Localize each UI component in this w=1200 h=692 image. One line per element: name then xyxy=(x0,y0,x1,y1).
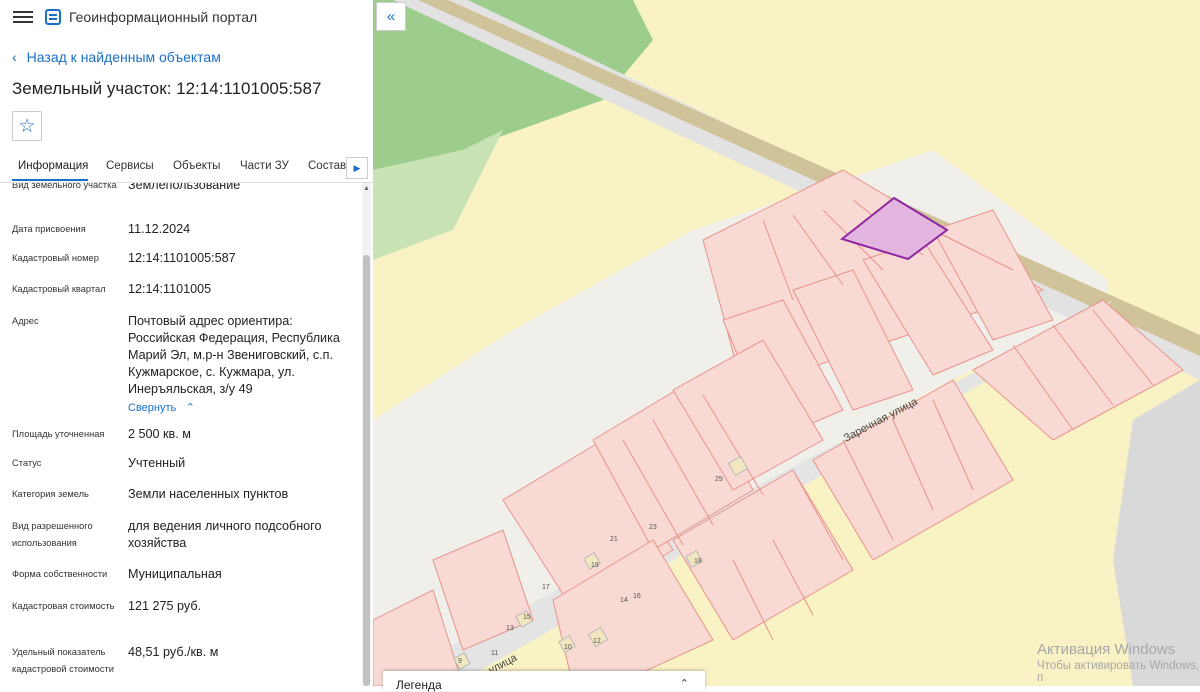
star-icon: ☆ xyxy=(18,115,36,137)
attribute-label: Форма собственности xyxy=(12,569,108,579)
parcel-number: 17 xyxy=(542,584,550,591)
chevron-left-icon: ‹ xyxy=(12,49,17,65)
double-chevron-left-icon: « xyxy=(386,8,396,25)
parcel-number: 29 xyxy=(715,476,723,483)
parcel-number: 19 xyxy=(591,562,599,569)
tabs-scroll-right-button[interactable]: ▶ xyxy=(346,157,368,179)
attribute-value: для ведения личного подсобного хозяйства xyxy=(128,519,322,550)
tab-services[interactable]: Сервисы xyxy=(106,160,154,172)
parcel-number: 11 xyxy=(491,650,498,657)
caret-right-icon: ▶ xyxy=(353,162,361,173)
attribute-label: Вид разрешенного использования xyxy=(12,521,93,548)
attribute-label: Адрес xyxy=(12,316,39,326)
app-title: Геоинформационный портал xyxy=(69,9,258,25)
attribute-label: Площадь уточненная xyxy=(12,429,105,439)
parcel-number: 23 xyxy=(649,524,657,531)
attribute-value: 121 275 руб. xyxy=(128,599,202,613)
parcel-number: 12 xyxy=(593,638,601,645)
attribute-value: Муниципальная xyxy=(128,567,222,581)
attribute-label: Кадастровая стоимость xyxy=(12,601,115,611)
tab-composition[interactable]: Состав xyxy=(308,160,346,172)
attribute-label: Дата присвоения xyxy=(12,224,86,234)
parcel-number: 10 xyxy=(564,644,572,651)
back-link-label: Назад к найденным объектам xyxy=(26,49,221,65)
attribute-value: 12:14:1101005:587 xyxy=(128,251,236,265)
attribute-value: Земли населенных пунктов xyxy=(128,487,289,501)
parcel-number: 13 xyxy=(506,625,514,632)
collapse-panel-button[interactable]: « xyxy=(376,2,406,31)
map-view[interactable]: Заречная улица улица 29 23 21 19 18 17 1… xyxy=(373,0,1200,686)
info-panel: Геоинформационный портал ‹ Назад к найде… xyxy=(0,0,374,686)
attribute-value: 11.12.2024 xyxy=(128,222,191,236)
menu-icon[interactable] xyxy=(13,8,33,26)
tab-bar: Информация Сервисы Объекты Части ЗУ Сост… xyxy=(0,152,373,183)
attribute-label: Вид земельного участка xyxy=(12,183,117,190)
portal-logo-icon xyxy=(45,9,61,25)
attribute-value: Учтенный xyxy=(128,456,186,470)
attribute-label: Удельный показатель кадастровой стоимост… xyxy=(12,647,114,674)
attribute-value: 12:14:1101005 xyxy=(128,282,212,296)
watermark-line1: Активация Windows xyxy=(1037,641,1176,658)
parcel-number: 15 xyxy=(523,614,531,621)
windows-activation-watermark: Активация Windows Чтобы активировать Win… xyxy=(1037,641,1200,684)
page-title: Земельный участок: 12:14:1101005:587 xyxy=(12,79,322,98)
attribute-label: Кадастровый номер xyxy=(12,253,99,263)
attribute-list-scrollbar[interactable]: ▲ xyxy=(362,183,371,686)
attribute-value: Почтовый адрес ориентира: Российская Фед… xyxy=(128,313,354,417)
watermark-line2: Чтобы активировать Windows, п xyxy=(1037,660,1200,684)
attribute-value: Землепользование xyxy=(128,183,241,192)
legend-title: Легенда xyxy=(396,678,442,692)
parcel-number: 14 xyxy=(620,597,628,604)
scrollbar-thumb[interactable] xyxy=(363,255,370,686)
attribute-value: 48,51 руб./кв. м xyxy=(128,645,219,659)
attribute-label: Категория земель xyxy=(12,489,89,499)
address-text: Почтовый адрес ориентира: Российская Фед… xyxy=(128,314,340,396)
parcel-number: 21 xyxy=(610,536,618,543)
parcel-number: 18 xyxy=(694,558,702,565)
attribute-list: Вид земельного участка Землепользование … xyxy=(0,183,362,686)
chevron-up-icon[interactable]: ⌃ xyxy=(680,677,689,690)
favorite-star-button[interactable]: ☆ xyxy=(12,111,42,141)
attribute-label: Кадастровый квартал xyxy=(12,284,106,294)
chevron-up-icon: ⌃ xyxy=(185,402,195,414)
attribute-value: 2 500 кв. м xyxy=(128,427,191,441)
top-bar: Геоинформационный портал xyxy=(0,0,373,34)
active-tab-indicator xyxy=(12,179,88,181)
parcel-number: 16 xyxy=(633,593,641,600)
tab-information[interactable]: Информация xyxy=(18,160,88,172)
legend-panel[interactable]: Легенда ⌃ xyxy=(383,671,705,692)
tab-objects[interactable]: Объекты xyxy=(173,160,220,172)
attribute-label: Статус xyxy=(12,458,42,468)
scroll-up-icon[interactable]: ▲ xyxy=(362,185,371,192)
map-canvas[interactable]: Заречная улица улица 29 23 21 19 18 17 1… xyxy=(373,0,1200,686)
back-link[interactable]: ‹ Назад к найденным объектам xyxy=(12,49,221,65)
collapse-link-label: Свернуть xyxy=(128,402,177,414)
parcel-number: 9 xyxy=(458,658,462,665)
tab-parcel-parts[interactable]: Части ЗУ xyxy=(240,160,289,172)
collapse-link[interactable]: Свернуть ⌃ xyxy=(128,399,354,417)
